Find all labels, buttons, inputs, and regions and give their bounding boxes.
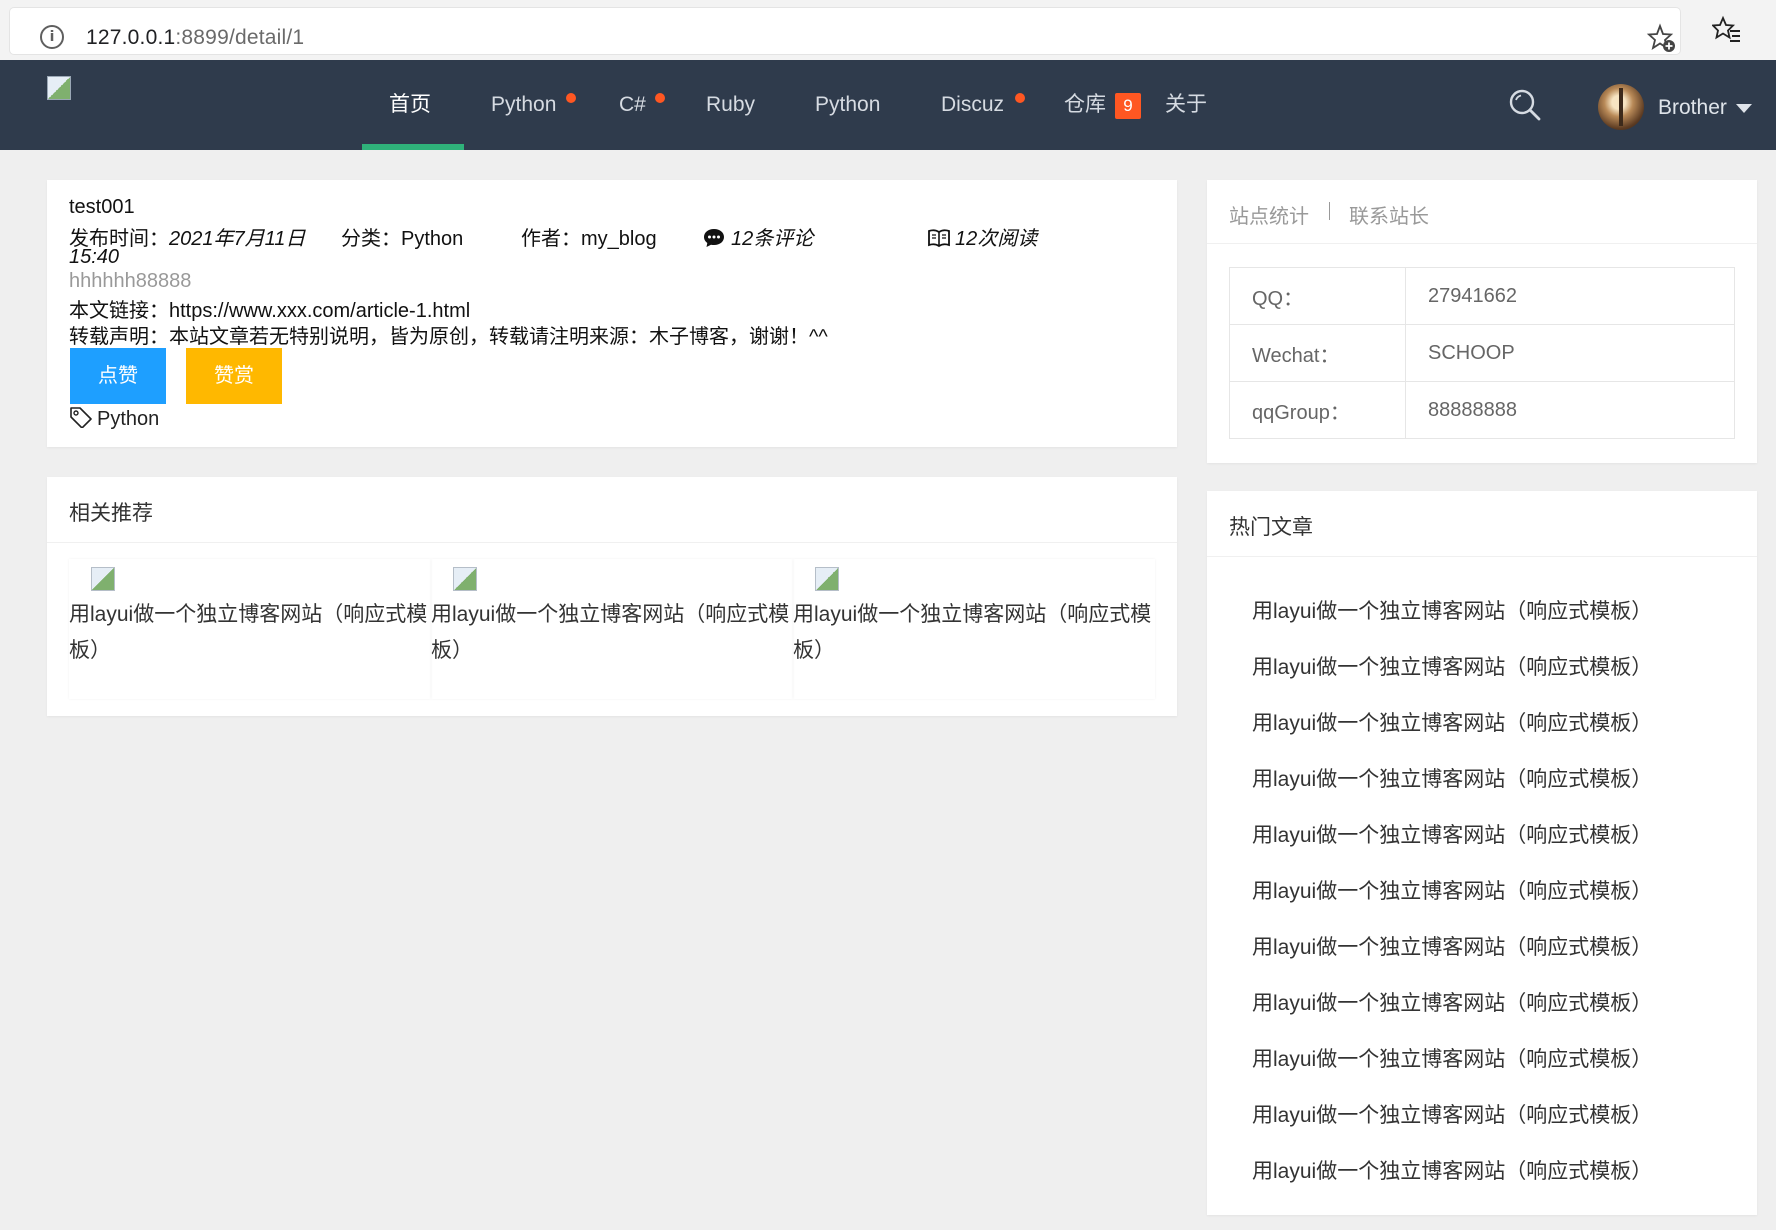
nav-discuz-dot xyxy=(1015,93,1025,103)
comment-count[interactable]: 12条评论 xyxy=(703,222,813,251)
reprint-notice: 转载声明：本站文章若无特别说明，皆为原创，转载请注明来源：木子博客，谢谢！^^ xyxy=(69,326,828,348)
list-item[interactable]: 用layui做一个独立博客网站（响应式模板） xyxy=(1252,1155,1652,1185)
tab-separator xyxy=(1329,202,1330,220)
list-item[interactable]: 用layui做一个独立博客网站（响应式模板） xyxy=(1252,819,1652,849)
stats-label: Wechat： xyxy=(1229,324,1406,382)
avatar[interactable] xyxy=(1598,84,1644,130)
nav-repo-badge: 9 xyxy=(1115,93,1141,119)
stats-label: QQ： xyxy=(1229,267,1406,325)
nav-csharp-dot xyxy=(655,93,665,103)
list-item[interactable]: 用layui做一个独立博客网站（响应式模板） xyxy=(1252,987,1652,1017)
list-item[interactable]: 用layui做一个独立博客网站（响应式模板） xyxy=(1252,651,1652,681)
publish-time: 15:40 xyxy=(69,246,120,268)
article-link-label: 本文链接： xyxy=(69,300,169,322)
table-row: qqGroup： 88888888 xyxy=(1229,381,1735,439)
list-item[interactable]: 用layui做一个独立博客网站（响应式模板） xyxy=(1252,875,1652,905)
article-link[interactable]: https://www.xxx.com/article-1.html xyxy=(169,300,470,322)
list-item[interactable]: 用layui做一个独立博客网站（响应式模板） xyxy=(1252,931,1652,961)
author-value: my_blog xyxy=(581,228,657,250)
publish-date: 2021年7月11日 xyxy=(169,228,306,250)
article-title: test001 xyxy=(69,196,135,218)
comment-icon xyxy=(704,229,724,247)
author-label: 作者： xyxy=(521,228,581,250)
info-icon[interactable]: i xyxy=(40,25,64,49)
table-row: Wechat： SCHOOP xyxy=(1229,324,1735,382)
read-count-text: 12次阅读 xyxy=(955,228,1038,250)
table-row: QQ： 27941662 xyxy=(1229,267,1735,325)
article-tag[interactable]: Python xyxy=(69,406,159,431)
tag-icon xyxy=(70,407,92,428)
related-card: 相关推荐 用layui做一个独立博客网站（响应式模板） 用layui做一个独立博… xyxy=(47,477,1177,716)
related-item[interactable]: 用layui做一个独立博客网站（响应式模板） xyxy=(793,559,1155,699)
related-item-title[interactable]: 用layui做一个独立博客网站（响应式模板） xyxy=(793,597,1155,669)
article-description: hhhhhh88888 xyxy=(69,270,192,292)
list-item[interactable]: 用layui做一个独立博客网站（响应式模板） xyxy=(1252,763,1652,793)
related-thumbnail xyxy=(91,567,115,591)
book-icon xyxy=(928,229,950,248)
nav-csharp[interactable]: C# xyxy=(619,60,646,150)
nav-home[interactable]: 首页 xyxy=(389,60,431,150)
category-label: 分类： xyxy=(341,228,401,250)
list-item[interactable]: 用layui做一个独立博客网站（响应式模板） xyxy=(1252,595,1652,625)
address-bar[interactable]: i 127.0.0.1:8899/detail/1 xyxy=(10,8,1680,54)
tab-contact-owner[interactable]: 联系站长 xyxy=(1349,200,1429,229)
add-favorite-icon[interactable] xyxy=(1646,23,1676,53)
related-thumbnail xyxy=(815,567,839,591)
hot-title: 热门文章 xyxy=(1229,516,1313,539)
list-item[interactable]: 用layui做一个独立博客网站（响应式模板） xyxy=(1252,707,1652,737)
site-stats-card: 站点统计 联系站长 QQ： 27941662 Wechat： SCHOOP qq… xyxy=(1207,180,1757,463)
stats-label: qqGroup： xyxy=(1229,381,1406,439)
nav-python-dot xyxy=(566,93,576,103)
related-header: 相关推荐 xyxy=(47,477,1177,543)
stats-value: 88888888 xyxy=(1405,381,1735,439)
related-thumbnail xyxy=(453,567,477,591)
related-item-title[interactable]: 用layui做一个独立博客网站（响应式模板） xyxy=(69,597,431,669)
search-icon[interactable] xyxy=(1508,88,1542,122)
site-logo[interactable] xyxy=(47,76,71,100)
category-info: 分类：Python xyxy=(341,222,463,251)
hot-articles-card: 热门文章 用layui做一个独立博客网站（响应式模板） 用layui做一个独立博… xyxy=(1207,491,1757,1215)
read-count: 12次阅读 xyxy=(927,222,1037,251)
nav-python-2[interactable]: Python xyxy=(815,60,880,150)
list-item[interactable]: 用layui做一个独立博客网站（响应式模板） xyxy=(1252,1099,1652,1129)
nav-ruby[interactable]: Ruby xyxy=(706,60,755,150)
related-title: 相关推荐 xyxy=(69,502,153,525)
stats-value: SCHOOP xyxy=(1405,324,1735,382)
category-value[interactable]: Python xyxy=(401,228,463,250)
related-item-title[interactable]: 用layui做一个独立博客网站（响应式模板） xyxy=(431,597,793,669)
like-button[interactable]: 点赞 xyxy=(70,348,166,404)
related-item[interactable]: 用layui做一个独立博客网站（响应式模板） xyxy=(69,559,431,699)
related-item[interactable]: 用layui做一个独立博客网站（响应式模板） xyxy=(431,559,793,699)
site-header: 首页 Python C# Ruby Python Discuz 仓库 9 关于 … xyxy=(0,60,1776,150)
nav-active-indicator xyxy=(362,144,464,150)
list-item[interactable]: 用layui做一个独立博客网站（响应式模板） xyxy=(1252,1043,1652,1073)
favorites-list-icon[interactable] xyxy=(1712,15,1742,45)
tab-site-stats[interactable]: 站点统计 xyxy=(1229,200,1309,229)
stats-table: QQ： 27941662 Wechat： SCHOOP qqGroup： 888… xyxy=(1229,267,1735,439)
user-name[interactable]: Brother xyxy=(1658,60,1727,150)
url-path: :8899/detail/1 xyxy=(175,26,305,49)
author-info: 作者：my_blog xyxy=(521,222,657,251)
nav-discuz[interactable]: Discuz xyxy=(941,60,1004,150)
reward-button[interactable]: 赞赏 xyxy=(186,348,282,404)
hot-header: 热门文章 xyxy=(1207,491,1757,557)
tag-label: Python xyxy=(97,408,160,430)
comment-count-text: 12条评论 xyxy=(731,228,814,250)
article-card: test001 发布时间：2021年7月11日 分类：Python 作者：my_… xyxy=(47,180,1177,447)
chevron-down-icon[interactable] xyxy=(1736,104,1752,113)
nav-python[interactable]: Python xyxy=(491,60,556,150)
browser-toolbar: i 127.0.0.1:8899/detail/1 xyxy=(0,0,1776,60)
url-host: 127.0.0.1 xyxy=(86,26,176,49)
nav-repo[interactable]: 仓库 xyxy=(1064,60,1106,150)
article-link-line: 本文链接：https://www.xxx.com/article-1.html xyxy=(69,294,470,323)
stats-value: 27941662 xyxy=(1405,267,1735,325)
url-text[interactable]: 127.0.0.1:8899/detail/1 xyxy=(86,26,304,50)
nav-about[interactable]: 关于 xyxy=(1165,60,1207,150)
